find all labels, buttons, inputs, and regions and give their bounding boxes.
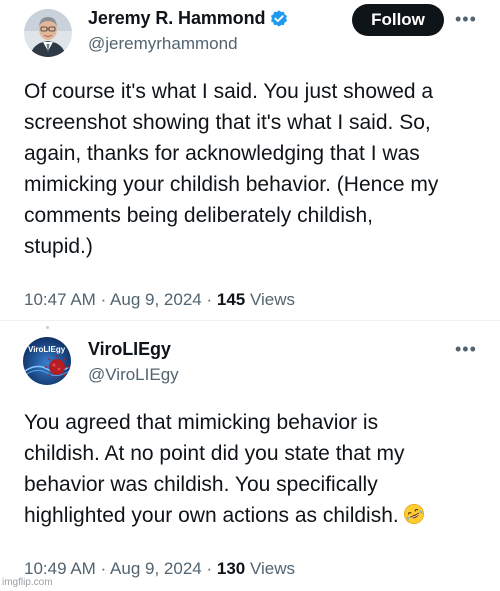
avatar-jeremy[interactable] xyxy=(24,9,72,57)
tweet-text-line: stupid.) xyxy=(24,235,93,258)
tweet-time[interactable]: 10:47 AM xyxy=(24,290,96,309)
tweet-text-line: Of course it's what I said. You just sho… xyxy=(24,80,434,103)
tweet-text: You agreed that mimicking behavior is ch… xyxy=(24,407,494,531)
tweet-text-line: mimicking your childish behavior. (Hence… xyxy=(24,173,439,196)
author-name-row: Jeremy R. Hammond xyxy=(88,8,289,29)
tweet-text-line: screenshot showing that it's what I said… xyxy=(24,111,431,134)
follow-button[interactable]: Follow xyxy=(352,4,444,36)
tweet-text-line: again, thanks for acknowledging that I w… xyxy=(24,142,420,165)
tweet-text-line: You agreed that mimicking behavior is xyxy=(24,411,379,434)
more-options-icon[interactable]: ••• xyxy=(455,10,477,28)
views-count: 130 xyxy=(216,559,246,578)
tweet-text-line-with-emoji: highlighted your own actions as childish… xyxy=(24,500,494,531)
watermark: imgflip.com xyxy=(2,577,53,588)
avatar-logo-text: ViroLIEgy xyxy=(28,345,66,354)
tweet-text-line: comments being deliberately childish, xyxy=(24,204,374,227)
meta-separator: · xyxy=(206,290,213,309)
tweet-date[interactable]: Aug 9, 2024 xyxy=(110,290,202,309)
display-name[interactable]: Jeremy R. Hammond xyxy=(88,8,265,29)
tweet-date[interactable]: Aug 9, 2024 xyxy=(110,559,202,578)
tweet-meta: 10:47 AM · Aug 9, 2024 · 145 Views xyxy=(24,290,295,310)
handle[interactable]: @ViroLIEgy xyxy=(88,365,179,385)
display-name[interactable]: ViroLIEgy xyxy=(88,339,171,360)
verified-badge-icon xyxy=(269,9,289,29)
tweet-text-line: childish. At no point did you state that… xyxy=(24,442,405,465)
tweet-meta: 10:49 AM · Aug 9, 2024 · 130 Views xyxy=(24,559,295,579)
views-label: Views xyxy=(249,290,296,309)
views-count: 145 xyxy=(216,290,246,309)
tweet-text-line: behavior was childish. You specifically xyxy=(24,473,378,496)
meta-separator: · xyxy=(206,559,213,578)
tweet-divider xyxy=(0,320,500,321)
avatar-virolie[interactable]: ViroLIEgy xyxy=(23,337,71,385)
more-options-icon[interactable]: ••• xyxy=(455,340,477,358)
tweet-jeremy: Jeremy R. Hammond @jeremyrhammond Follow… xyxy=(0,0,500,320)
tweet-text: Of course it's what I said. You just sho… xyxy=(24,76,494,262)
views-label: Views xyxy=(249,559,296,578)
meta-separator: · xyxy=(100,290,107,309)
tweet-virolie: ViroLIEgy ViroLIEgy @ViroLIEgy ••• You a… xyxy=(0,322,500,591)
author-name-row: ViroLIEgy xyxy=(88,339,171,360)
meta-separator: · xyxy=(100,559,107,578)
tweet-text-line: highlighted your own actions as childish… xyxy=(24,504,399,527)
handle[interactable]: @jeremyrhammond xyxy=(88,34,238,54)
tweet-time[interactable]: 10:49 AM xyxy=(24,559,96,578)
rolling-laughing-emoji-icon xyxy=(403,503,425,525)
